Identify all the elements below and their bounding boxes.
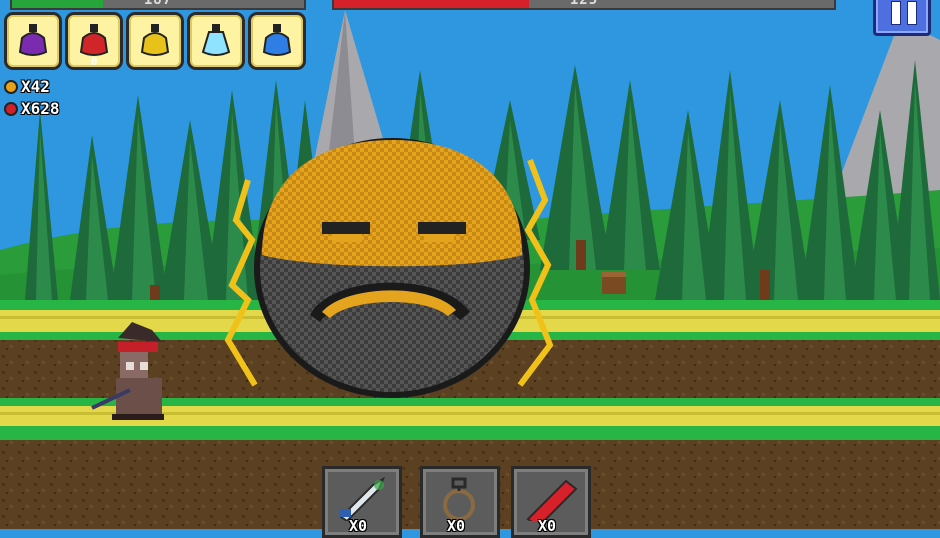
pause-button[interactable] <box>873 0 931 36</box>
gem-count: X628 <box>21 99 60 118</box>
player-health-text: 187 <box>143 0 173 8</box>
bomb-skill-icon <box>443 477 475 521</box>
purple-potion-icon <box>18 24 48 56</box>
potion-slot-red[interactable]: 0 <box>65 12 123 70</box>
potion-slot-blue[interactable] <box>248 12 306 70</box>
coin-count: X42 <box>21 77 50 96</box>
boss-health-text: 125 <box>569 0 599 8</box>
potion-slot-yellow[interactable] <box>126 12 184 70</box>
boss-health-bar: 125 <box>332 0 836 10</box>
skill-slot-blade[interactable]: X0 <box>511 466 591 538</box>
skill-slot-bomb[interactable]: X0 <box>420 466 500 538</box>
potion-slot-cyan[interactable] <box>187 12 245 70</box>
cyan-potion-icon <box>201 24 231 56</box>
skill-slot-sword[interactable]: X0 <box>322 466 402 538</box>
gem-counter: X628 <box>4 99 60 118</box>
potion-bar: 0 <box>4 12 306 70</box>
blue-potion-icon <box>262 24 292 56</box>
blade-skill-icon <box>526 479 578 521</box>
player-health-bar: 187 <box>10 0 306 10</box>
game-scene <box>0 0 940 529</box>
yellow-potion-icon <box>140 24 170 56</box>
coin-counter: X42 <box>4 77 50 96</box>
potion-slot-purple[interactable] <box>4 12 62 70</box>
gem-icon <box>4 101 18 116</box>
sword-skill-icon <box>339 476 386 521</box>
coin-icon <box>4 79 18 94</box>
